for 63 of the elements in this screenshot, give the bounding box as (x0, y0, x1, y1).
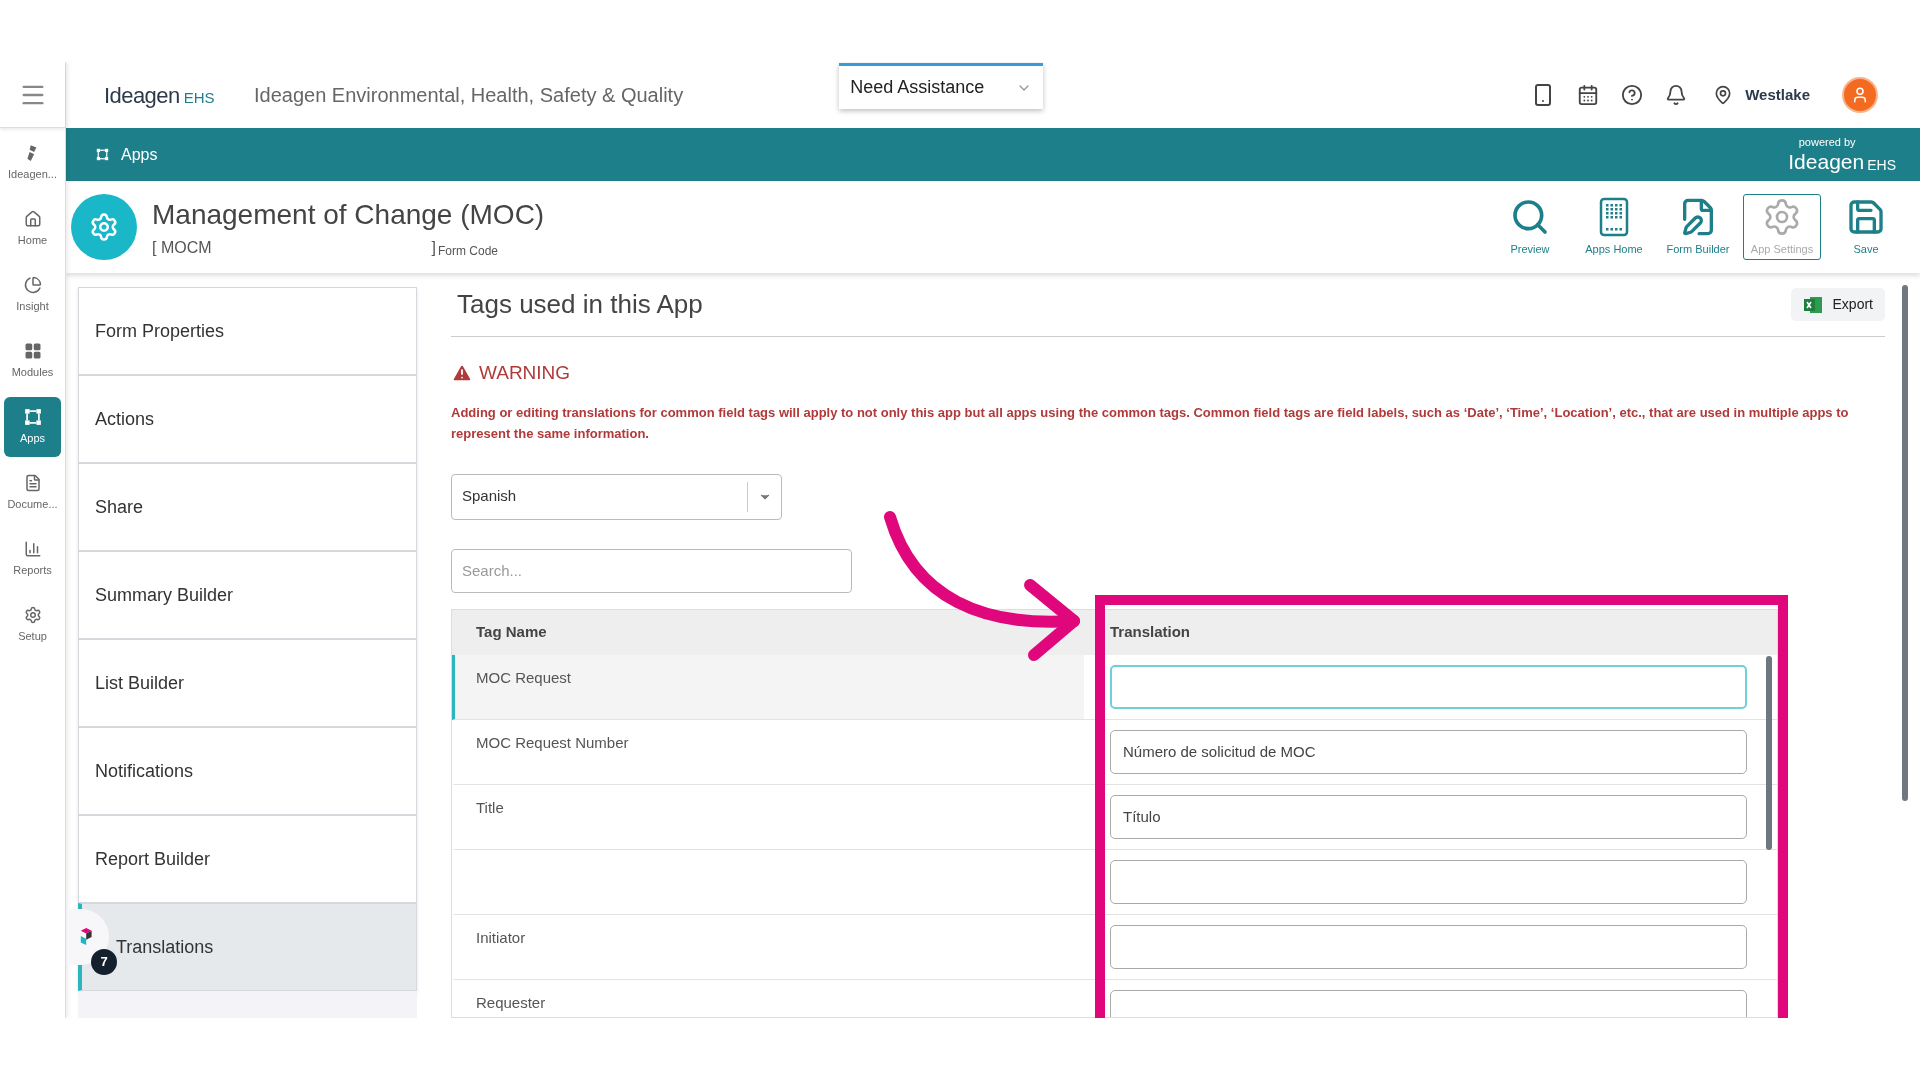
nav-item[interactable]: Summary Builder (78, 551, 417, 639)
column-header: Tag Name (475, 621, 548, 642)
tag-name: Requester (476, 993, 546, 1011)
form-code: [ MOCM (152, 238, 212, 258)
spreadsheet-icon (1802, 294, 1823, 315)
rail-item[interactable]: Apps (4, 397, 61, 457)
home-icon (23, 209, 42, 228)
scrollbar-thumb[interactable] (1766, 655, 1772, 850)
section-heading: Tags used in this App (457, 288, 703, 321)
form-title: Management of Change (MOC) (152, 198, 545, 232)
ideagen-logo[interactable]: Ideagen EHS (104, 78, 244, 112)
toolbar-button[interactable]: Save (1827, 194, 1905, 260)
location-name[interactable]: Westlake (1745, 83, 1810, 107)
calendar-icon[interactable] (1577, 84, 1600, 106)
nav-item[interactable]: Report Builder (78, 815, 417, 903)
powered-by-caption: powered by (1798, 137, 1856, 148)
rail-item[interactable]: Modules (4, 331, 61, 391)
tag-name: Title (476, 798, 504, 816)
breadcrumb[interactable]: Apps (121, 142, 158, 167)
form-code-bracket: ] (431, 238, 436, 258)
language-select[interactable]: Spanish (451, 473, 782, 520)
translation-field[interactable] (1110, 859, 1747, 904)
warning-title: WARNING (479, 361, 571, 385)
export-button[interactable]: Export (1790, 288, 1885, 321)
nav-item[interactable]: Form Properties (78, 287, 417, 375)
nav-item[interactable]: List Builder (78, 639, 417, 727)
toolbar-button[interactable]: Preview (1491, 194, 1569, 260)
ideagen-logo: Ideagen EHS (1788, 151, 1896, 172)
rail-item[interactable]: Docume... (4, 463, 61, 523)
rail-item[interactable]: Ideagen... (4, 133, 61, 193)
apps-icon (23, 407, 42, 426)
translation-field[interactable] (1110, 924, 1747, 969)
nav-item[interactable]: Share (78, 463, 417, 551)
tag-name: MOC Request Number (476, 733, 629, 751)
search-field[interactable]: Search... (451, 548, 852, 593)
apps-icon (96, 148, 109, 161)
grid-icon (23, 341, 42, 360)
settings-icon (23, 605, 42, 624)
tag-name: MOC Request (476, 668, 572, 686)
column-header: Translation (1109, 621, 1191, 642)
translation-field[interactable] (1110, 664, 1747, 709)
document-icon (23, 473, 42, 492)
rail-item[interactable]: Insight (4, 265, 61, 325)
rail-item[interactable]: Home (4, 199, 61, 259)
help-icon[interactable] (1621, 84, 1644, 106)
nav-item[interactable]: Notifications (78, 727, 417, 815)
rail-item[interactable]: Reports (4, 529, 61, 589)
support-avatar[interactable] (1842, 77, 1878, 113)
warning-text: Adding or editing translations for common field tags will apply to not only this app but all apps using the common tags. Common field tags are field labels, such as ‘Date’, ‘Time’, ‘Location’, etc., that are used in multiple apps to represent the same information. (451, 403, 1850, 443)
rail-item[interactable]: Setup (4, 595, 61, 655)
nav-item[interactable]: Actions (78, 375, 417, 463)
bell-icon[interactable] (1665, 84, 1688, 106)
assistance-dropdown[interactable]: Need Assistance (839, 63, 1044, 109)
form-code-label: Form Code (438, 243, 499, 260)
translation-field[interactable]: Número de solicitud de MOC (1110, 729, 1747, 774)
bar-chart-icon (23, 539, 42, 558)
tag-name: Initiator (476, 928, 526, 946)
toolbar-button[interactable]: Apps Home (1575, 194, 1653, 260)
translation-field[interactable]: Título (1110, 794, 1747, 839)
app-title: Ideagen Environmental, Health, Safety & Quality (254, 83, 684, 108)
pie-chart-icon (23, 275, 42, 294)
toolbar-button[interactable]: Form Builder (1659, 194, 1737, 260)
scrollbar-thumb[interactable] (1902, 285, 1908, 801)
